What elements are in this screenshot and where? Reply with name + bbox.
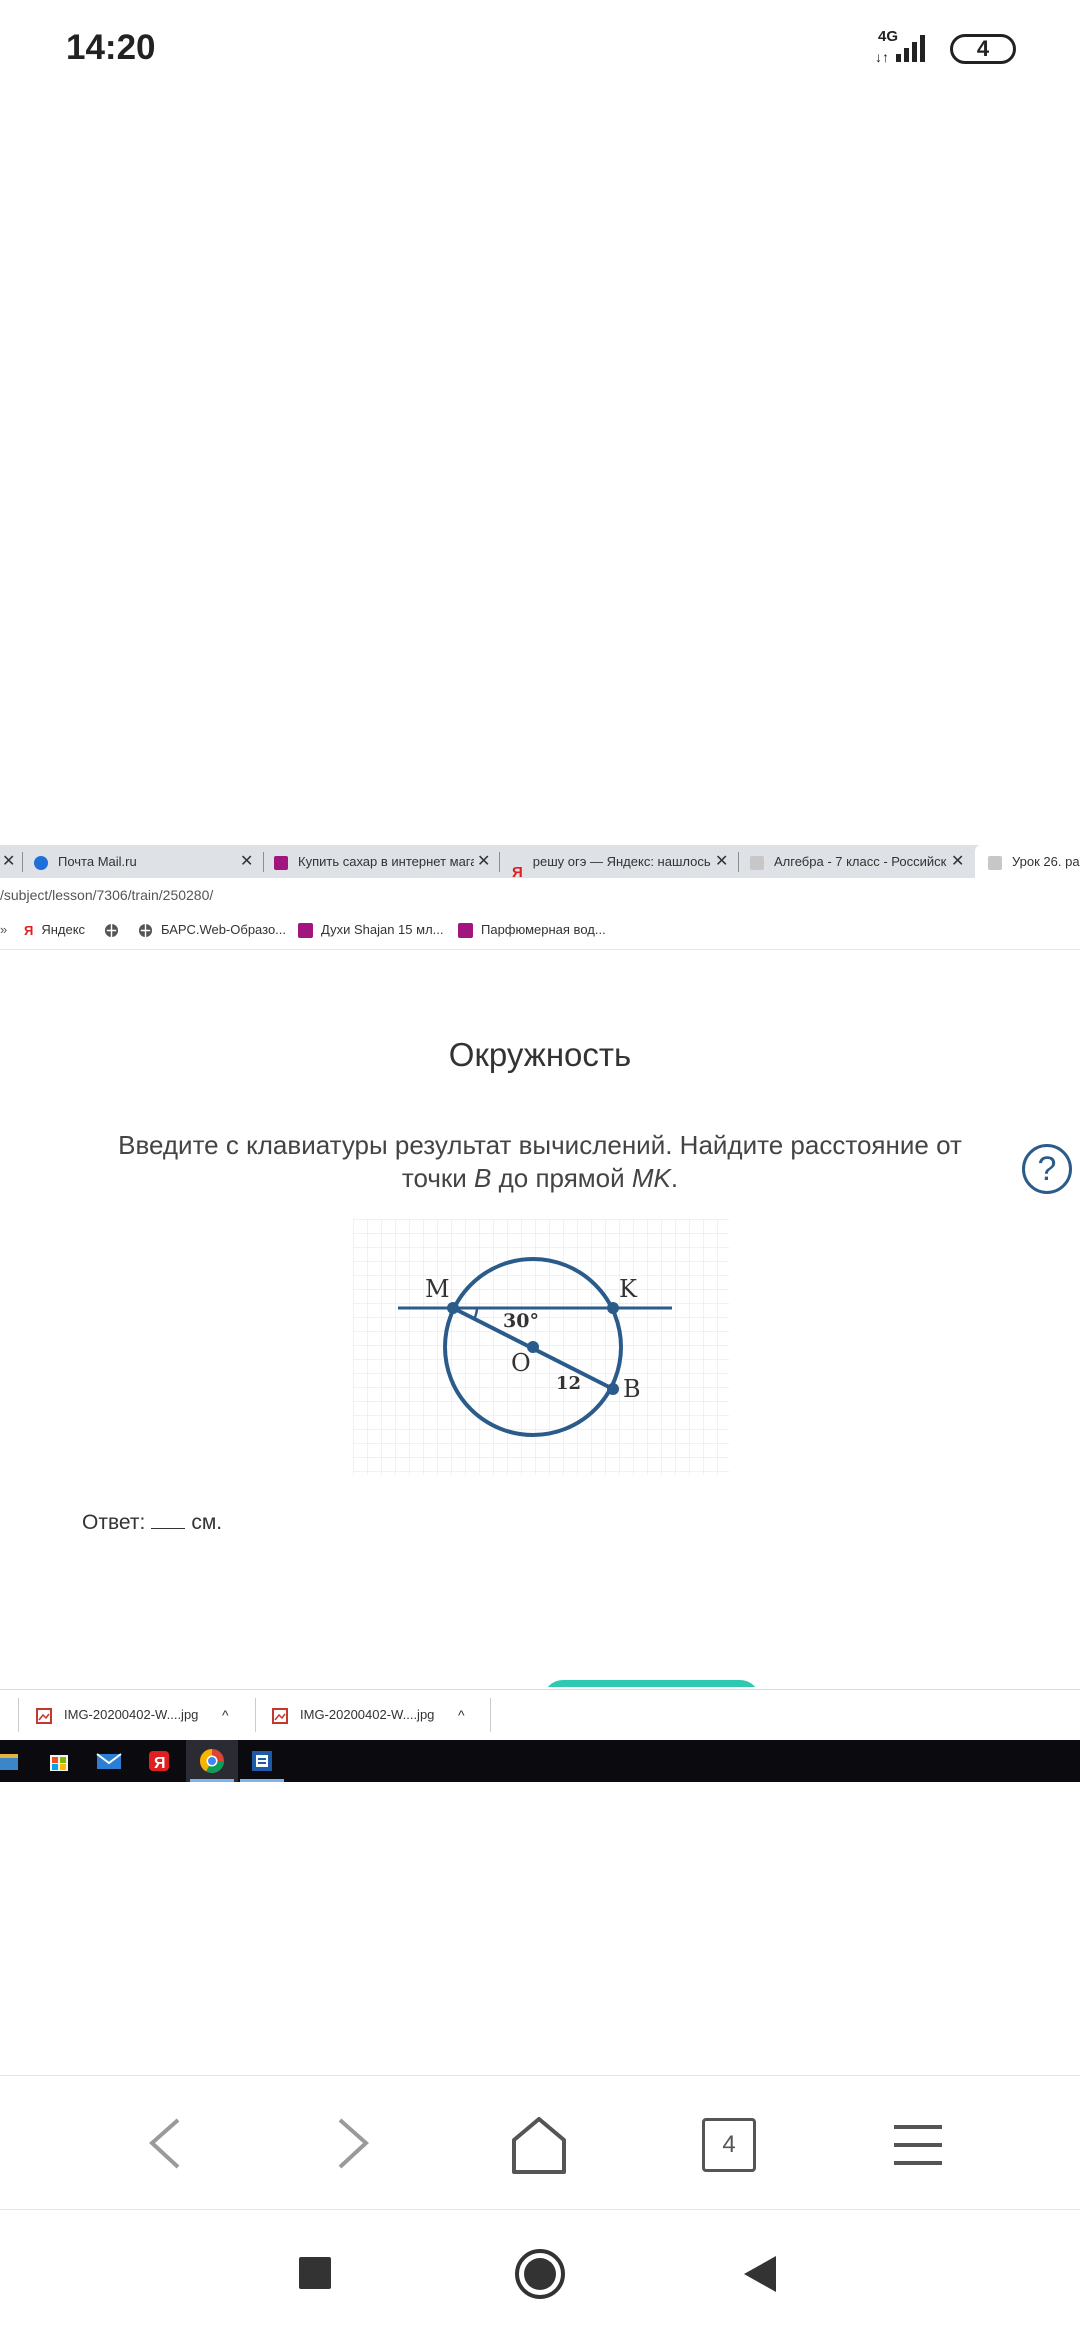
- mail-ru-icon: [34, 855, 48, 870]
- label-length: 12: [556, 1373, 581, 1394]
- point-k: [607, 1302, 619, 1314]
- taskbar: Я: [0, 1740, 1080, 1782]
- yandex-browser-icon[interactable]: Я: [144, 1746, 174, 1776]
- bookmark-globe-1[interactable]: [104, 922, 127, 938]
- point-b: [607, 1383, 619, 1395]
- download-item[interactable]: IMG-20200402-W....jpg: [36, 1690, 198, 1740]
- label-angle: 30°: [503, 1310, 539, 1332]
- signal-icon: [896, 35, 925, 62]
- wildberries-icon: [298, 923, 313, 939]
- download-item[interactable]: IMG-20200402-W....jpg: [272, 1690, 434, 1740]
- point-m: [447, 1302, 459, 1314]
- mail-icon[interactable]: [94, 1746, 124, 1776]
- image-file-icon: [272, 1707, 288, 1724]
- bookmark-overflow-icon[interactable]: »: [0, 922, 7, 937]
- bookmark-perfume-water[interactable]: Парфюмерная вод...: [458, 922, 606, 939]
- bookmark-perfume[interactable]: Духи Shajan 15 мл...: [298, 922, 443, 939]
- system-back-icon[interactable]: [742, 2254, 778, 2294]
- active-indicator: [190, 1779, 234, 1782]
- chevron-up-icon[interactable]: ^: [222, 1690, 229, 1740]
- resh-icon: [750, 855, 764, 870]
- file-explorer-icon[interactable]: [0, 1746, 30, 1776]
- network-activity-icon: ↓↑: [875, 49, 889, 65]
- bookmark-bars[interactable]: БАРС.Web-Образо...: [138, 922, 286, 938]
- back-arrow-icon[interactable]: [140, 2116, 190, 2171]
- globe-icon: [104, 924, 119, 938]
- store-icon[interactable]: [44, 1746, 74, 1776]
- yandex-icon: Я: [512, 863, 523, 878]
- tab-lesson[interactable]: Урок 26. ра: [988, 845, 1080, 878]
- tab-close-icon[interactable]: ✕: [240, 845, 253, 878]
- globe-icon: [138, 924, 153, 938]
- url-text: /subject/lesson/7306/train/250280/: [0, 887, 214, 903]
- clock: 14:20: [66, 28, 156, 67]
- recent-apps-icon[interactable]: [299, 2257, 331, 2289]
- wildberries-icon: [274, 855, 288, 870]
- tab-mail[interactable]: Почта Mail.ru: [34, 845, 234, 878]
- battery-icon: 4: [950, 34, 1016, 64]
- svg-text:Я: Я: [154, 1755, 166, 1772]
- tabs-count-button[interactable]: 4: [702, 2118, 756, 2172]
- answer-input[interactable]: [151, 1528, 186, 1529]
- submit-button-partial[interactable]: [543, 1680, 760, 1687]
- tab-yandex[interactable]: Ярешу огэ — Яндекс: нашлось: [512, 845, 712, 878]
- chevron-up-icon[interactable]: ^: [458, 1690, 465, 1740]
- image-file-icon: [36, 1707, 52, 1724]
- app-icon[interactable]: [247, 1746, 277, 1776]
- lesson-content: Окружность Введите с клавиатуры результа…: [0, 951, 1080, 1687]
- label-o: O: [511, 1349, 531, 1377]
- tab-algebra[interactable]: Алгебра - 7 класс - Российск: [750, 845, 950, 878]
- system-home-icon[interactable]: [514, 2248, 566, 2300]
- label-m: M: [425, 1275, 450, 1303]
- tab-close-icon[interactable]: ✕: [2, 845, 15, 878]
- help-button[interactable]: ?: [1022, 1144, 1072, 1194]
- menu-icon[interactable]: [890, 2122, 946, 2168]
- task-text: Введите с клавиатуры результат вычислени…: [118, 1130, 962, 1193]
- yandex-icon: Я: [24, 923, 34, 939]
- status-bar: 14:20 4G ↓↑ 4: [0, 0, 1080, 100]
- bookmarks-bar: » Я Яндекс БАРС.Web-Образо... Духи Shajan…: [0, 912, 1080, 950]
- home-icon[interactable]: [510, 2116, 568, 2176]
- browser-tab-strip: ✕ Почта Mail.ru ✕ Купить сахар в интерне…: [0, 845, 1080, 878]
- active-indicator: [240, 1779, 284, 1782]
- tab-close-icon[interactable]: ✕: [477, 845, 490, 878]
- tab-close-icon[interactable]: ✕: [951, 845, 964, 878]
- resh-icon: [988, 855, 1002, 870]
- label-k: K: [619, 1275, 638, 1303]
- bookmark-yandex[interactable]: Я Яндекс: [24, 922, 85, 938]
- tab-close-icon[interactable]: ✕: [715, 845, 728, 878]
- answer-row: Ответ: см.: [82, 1511, 223, 1534]
- address-bar[interactable]: /subject/lesson/7306/train/250280/: [0, 878, 1080, 912]
- browser-navigation-bar: 4: [0, 2075, 1080, 2210]
- forward-arrow-icon[interactable]: [328, 2116, 378, 2171]
- geometry-figure: M K O B 30° 12: [353, 1219, 729, 1475]
- wildberries-icon: [458, 923, 473, 939]
- downloads-bar: IMG-20200402-W....jpg ^ IMG-20200402-W..…: [0, 1689, 1080, 1739]
- label-b: B: [623, 1375, 641, 1403]
- page-title: Окружность: [448, 1036, 632, 1073]
- tab-wildberries[interactable]: Купить сахар в интернет мага: [274, 845, 474, 878]
- system-navigation-bar: [0, 2210, 1080, 2340]
- chrome-icon[interactable]: [197, 1746, 227, 1776]
